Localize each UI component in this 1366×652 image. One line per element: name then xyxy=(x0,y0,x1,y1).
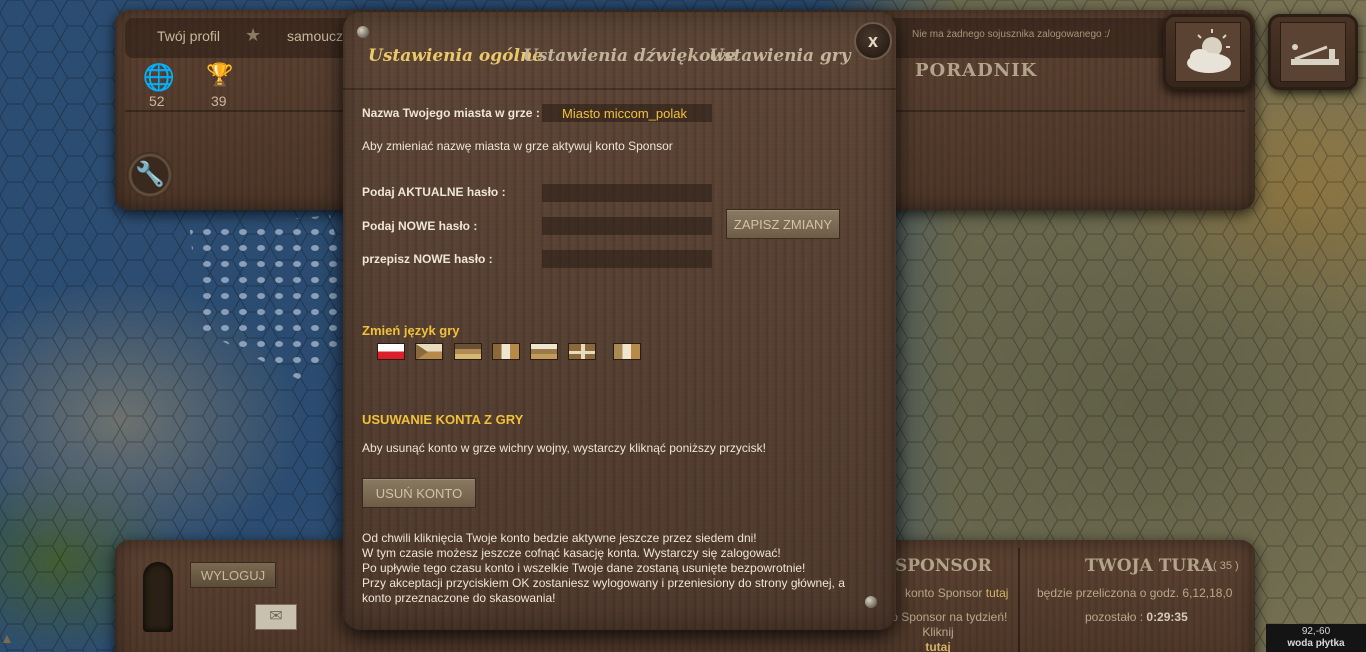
ally-status: Nie ma żadnego sojusznika zalogowanego :… xyxy=(912,29,1110,40)
weather-button[interactable] xyxy=(1163,14,1253,90)
delete-account-title: USUWANIE KONTA Z GRY xyxy=(362,412,524,427)
star-icon: ★ xyxy=(245,25,262,45)
turn-left-label: pozostało : xyxy=(1085,610,1144,624)
wrench-icon[interactable]: 🔧 xyxy=(127,152,173,198)
turn-left-value: 0:29:35 xyxy=(1146,610,1188,624)
sponsor-note: Aby zmieniać nazwę miasta w grze aktywuj… xyxy=(362,139,673,153)
terrain-name: woda płytka xyxy=(1287,638,1345,649)
delete-info-line: Przy akceptacji przyciskiem OK zostanies… xyxy=(362,576,845,590)
telegraph-icon xyxy=(1280,22,1346,82)
delete-info-line: Od chwili kliknięcia Twoje konto bedzie … xyxy=(362,531,757,545)
trophy-icon: 🏆 xyxy=(206,62,234,87)
turn-time-left: pozostało : 0:29:35 xyxy=(1085,610,1188,624)
it-flag-icon[interactable] xyxy=(613,343,641,360)
delete-account-info: Od chwili kliknięcia Twoje konto bedzie … xyxy=(362,531,872,606)
repeat-password-field[interactable] xyxy=(542,250,712,268)
delete-info-line: W tym czasie możesz jeszcze cofnąć kasac… xyxy=(362,546,781,560)
turn-number: ( 35 ) xyxy=(1213,560,1239,572)
chevron-up-icon[interactable]: ▲ xyxy=(0,630,20,652)
fr-flag-icon[interactable] xyxy=(492,343,520,360)
new-password-field[interactable] xyxy=(542,217,712,235)
tab-sound-settings[interactable]: Ustawienia dźwiękowe xyxy=(523,46,736,66)
globe-stat-value: 52 xyxy=(149,93,165,109)
new-password-label: Podaj NOWE hasło : xyxy=(362,219,478,233)
delete-info-line: Po upływie tego czasu konto i wszelkie T… xyxy=(362,561,806,575)
cz-flag-icon[interactable] xyxy=(415,343,443,360)
turn-recalc-info: będzie przeliczona o godz. 6,12,18,0 xyxy=(1037,586,1233,600)
sponsor-link[interactable]: tutaj xyxy=(986,586,1009,600)
language-title: Zmień język gry xyxy=(362,323,460,338)
logout-button[interactable]: WYLOGUJ xyxy=(190,562,276,588)
telegraph-button[interactable] xyxy=(1268,14,1358,90)
sponsor-line-prefix: konto Sponsor xyxy=(905,586,983,600)
coords-value: 92,-60 xyxy=(1301,626,1331,637)
sponsor-title: SPONSOR xyxy=(895,556,992,576)
gb-flag-icon[interactable] xyxy=(568,343,596,360)
current-password-label: Podaj AKTUALNE hasło : xyxy=(362,185,506,199)
de-flag-icon[interactable] xyxy=(454,343,482,360)
map-coords: 92,-60 woda płytka xyxy=(1266,624,1366,652)
save-changes-button[interactable]: ZAPISZ ZMIANY xyxy=(726,209,840,239)
city-name-field[interactable] xyxy=(542,104,712,122)
tab-general-settings[interactable]: Ustawienia ogólne xyxy=(368,46,543,66)
mail-icon[interactable]: ✉ xyxy=(255,604,297,630)
guide-link[interactable]: PORADNIK xyxy=(915,60,1037,81)
sponsor-line: konto Sponsor tutaj xyxy=(905,586,1008,600)
settings-tabs: Ustawienia ogólne Ustawienia dźwiękowe U… xyxy=(343,12,896,90)
delete-account-button[interactable]: USUŃ KONTO xyxy=(362,478,476,508)
settings-modal: Ustawienia ogólne Ustawienia dźwiękowe U… xyxy=(343,12,896,630)
sponsor-promo-link[interactable]: tutaj xyxy=(925,640,950,652)
divider xyxy=(1018,548,1020,652)
delete-info-line: konto przeznaczone do skasowania! xyxy=(362,591,556,605)
tab-game-settings[interactable]: Ustawienia gry xyxy=(709,46,851,66)
pl-flag-icon[interactable] xyxy=(377,343,405,360)
repeat-password-label: przepisz NOWE hasło : xyxy=(362,252,493,266)
slot-indicator xyxy=(143,562,173,632)
profile-link[interactable]: Twój profil xyxy=(157,28,220,44)
trophy-stat-value: 39 xyxy=(211,93,227,109)
globe-icon: 🌐 xyxy=(142,62,176,92)
weather-cloud-sun-icon xyxy=(1175,22,1241,82)
delete-account-note: Aby usunąć konto w grze wichry wojny, wy… xyxy=(362,441,766,455)
current-password-field[interactable] xyxy=(542,184,712,202)
close-button[interactable]: x xyxy=(854,22,892,60)
turn-title: TWOJA TURA xyxy=(1085,556,1214,576)
city-name-label: Nazwa Twojego miasta w grze : xyxy=(362,106,540,120)
ru-flag-icon[interactable] xyxy=(530,343,558,360)
